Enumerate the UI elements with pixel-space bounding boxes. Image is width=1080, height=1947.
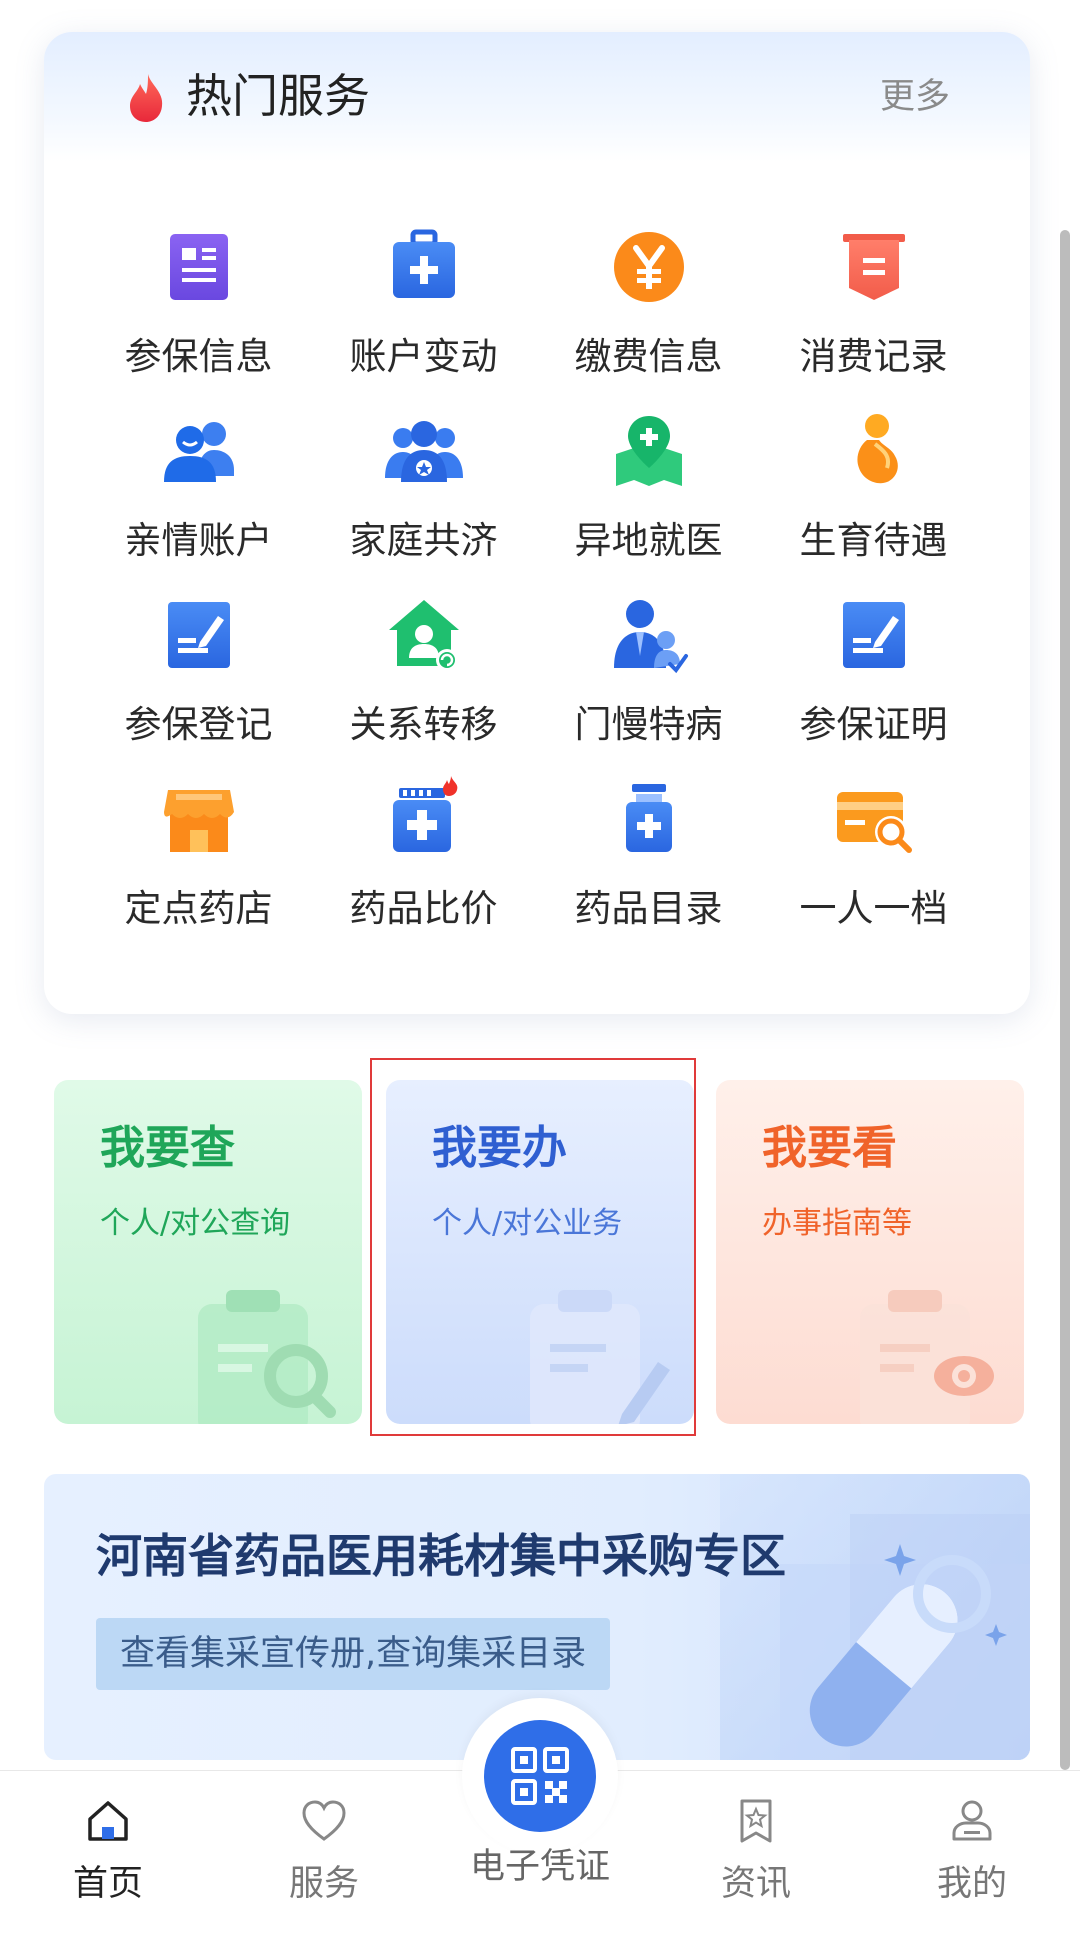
user-icon [946,1795,998,1847]
yen-coin-icon [604,222,694,312]
nav-service-label: 服务 [288,1864,359,1904]
service-label: 定点药店 [124,887,273,930]
clipboard-view-icon [860,1290,994,1424]
nav-home[interactable]: 首页 [0,1771,216,1947]
service-item-payment-info[interactable]: 缴费信息 [536,222,761,406]
nav-mine[interactable]: 我的 [864,1771,1080,1947]
heart-icon [298,1795,350,1847]
scrollbar[interactable] [1060,230,1070,1770]
nav-service[interactable]: 服务 [216,1771,432,1947]
family-users-icon [154,406,244,496]
hot-services-card: 热门服务 更多 参保信息 账户变动 缴费信息 消费记录 亲情账户 家庭共济 异地… [44,32,1030,1014]
clipboard-search-icon [198,1290,336,1424]
fire-icon [130,74,163,122]
query-card-title: 我要查 [100,1121,236,1174]
service-item-drug-catalog[interactable]: 药品目录 [536,774,761,958]
clipboard-edit-icon [530,1290,670,1424]
pharmacy-store-icon [154,774,244,864]
medicine-compare-icon [379,774,469,864]
service-grid: 参保信息 账户变动 缴费信息 消费记录 亲情账户 家庭共济 异地就医 生育待遇 … [44,222,1030,958]
pregnancy-icon [829,406,919,496]
query-card[interactable]: 我要查 个人/对公查询 [54,1080,362,1424]
banner-subtitle: 查看集采宣传册,查询集采目录 [96,1618,611,1690]
service-label: 生育待遇 [799,519,948,562]
service-item-designated-pharmacy[interactable]: 定点药店 [86,774,311,958]
nav-ecert-label[interactable]: 电子凭证 [432,1844,648,1890]
service-item-insurance-info[interactable]: 参保信息 [86,222,311,406]
service-label: 缴费信息 [574,335,723,378]
home-icon [82,1795,134,1847]
nav-home-label: 首页 [72,1864,143,1904]
nav-ecert-button[interactable] [484,1720,596,1832]
service-label: 参保信息 [124,335,273,378]
service-item-account-change[interactable]: 账户变动 [311,222,536,406]
document-list-icon [154,222,244,312]
hot-services-title: 热门服务 [186,69,370,123]
nav-mine-label: 我的 [936,1864,1007,1904]
service-label: 消费记录 [799,335,948,378]
service-label: 一人一档 [799,887,948,930]
service-item-consumption-record[interactable]: 消费记录 [761,222,986,406]
more-link[interactable]: 更多 [880,72,950,122]
medical-bag-icon [379,222,469,312]
certificate-edit-icon [829,590,919,680]
service-label: 账户变动 [349,335,498,378]
service-item-remote-medical[interactable]: 异地就医 [536,406,761,590]
house-transfer-icon [379,590,469,680]
view-card-title: 我要看 [762,1121,898,1174]
service-label: 门慢特病 [574,703,723,746]
banner-title: 河南省药品医用耗材集中采购专区 [96,1529,786,1583]
hot-services-header: 热门服务 更多 [44,32,1030,162]
nav-news[interactable]: 资讯 [648,1771,864,1947]
service-item-relation-transfer[interactable]: 关系转移 [311,590,536,774]
service-label: 药品目录 [574,887,723,930]
service-label: 家庭共济 [349,519,498,562]
service-label: 亲情账户 [124,519,273,562]
service-item-chronic-disease[interactable]: 门慢特病 [536,590,761,774]
service-item-drug-price-compare[interactable]: 药品比价 [311,774,536,958]
handle-card[interactable]: 我要办 个人/对公业务 [386,1080,694,1424]
doctor-check-icon [604,590,694,680]
edit-form-icon [154,590,244,680]
query-card-subtitle: 个人/对公查询 [100,1206,291,1241]
capsule-illustration-icon [720,1474,1030,1760]
bookmark-star-icon [730,1795,782,1847]
map-location-icon [604,406,694,496]
service-label: 药品比价 [349,887,498,930]
service-label: 异地就医 [574,519,723,562]
handle-card-subtitle: 个人/对公业务 [432,1206,623,1241]
card-search-icon [829,774,919,864]
service-item-family-mutual-aid[interactable]: 家庭共济 [311,406,536,590]
service-label: 关系转移 [349,703,498,746]
service-item-insurance-registration[interactable]: 参保登记 [86,590,311,774]
group-star-icon [379,406,469,496]
service-item-family-account[interactable]: 亲情账户 [86,406,311,590]
qr-code-icon [511,1747,569,1805]
nav-news-label: 资讯 [720,1864,791,1904]
receipt-icon [829,222,919,312]
view-card-subtitle: 办事指南等 [762,1206,912,1241]
handle-card-title: 我要办 [432,1121,568,1174]
home-page: 热门服务 更多 参保信息 账户变动 缴费信息 消费记录 亲情账户 家庭共济 异地… [0,0,1080,1947]
service-item-maternity-benefit[interactable]: 生育待遇 [761,406,986,590]
service-item-personal-file[interactable]: 一人一档 [761,774,986,958]
view-card[interactable]: 我要看 办事指南等 [716,1080,1024,1424]
service-label: 参保证明 [799,703,948,746]
medicine-bottle-icon [604,774,694,864]
service-item-insurance-certificate[interactable]: 参保证明 [761,590,986,774]
service-label: 参保登记 [124,703,273,746]
